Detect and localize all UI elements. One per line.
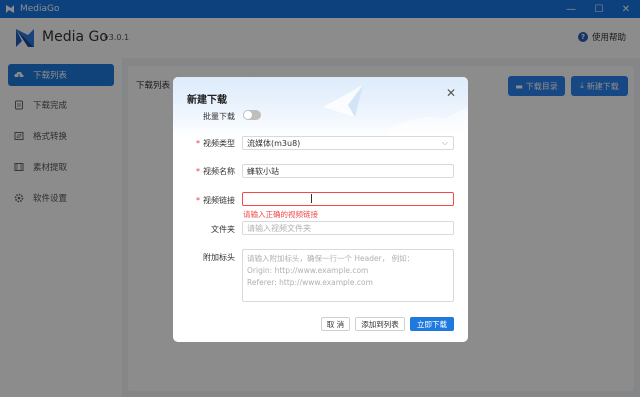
text-cursor	[311, 194, 312, 203]
headers-placeholder-line: Referer: http://www.example.com	[247, 278, 373, 287]
headers-textarea[interactable]: 请输入附加标头，确保一行一个 Header， 例如： Origin: http:…	[242, 249, 454, 302]
video-url-error: 请输入正确的视频链接	[243, 210, 318, 219]
new-download-dialog: 新建下载 ✕ 批量下载 * 视频类型 流媒体(m3u8) ⌵ * 视频名称 蜂软小站…	[173, 77, 468, 342]
video-name-input[interactable]: 蜂软小站	[242, 164, 454, 178]
dialog-title: 新建下载	[187, 95, 227, 106]
video-type-select[interactable]: 流媒体(m3u8) ⌵	[242, 136, 454, 150]
download-now-button[interactable]: 立即下载	[410, 317, 454, 331]
batch-download-label: 批量下载	[203, 112, 235, 121]
video-url-label-text: 视频链接	[203, 196, 235, 205]
headers-placeholder-line: 请输入附加标头，确保一行一个 Header， 例如：	[247, 254, 415, 263]
headers-label: 附加标头	[203, 253, 235, 262]
video-name-value: 蜂软小站	[247, 166, 279, 176]
close-icon[interactable]: ✕	[445, 86, 457, 100]
folder-input[interactable]: 请输入视频文件夹	[242, 221, 454, 235]
video-type-label: * 视频类型	[173, 138, 235, 149]
chevron-down-icon: ⌵	[441, 138, 448, 147]
cancel-button[interactable]: 取 消	[321, 317, 350, 331]
video-url-input[interactable]	[242, 192, 454, 206]
dialog-banner	[173, 77, 468, 137]
folder-placeholder: 请输入视频文件夹	[247, 223, 311, 233]
batch-download-toggle[interactable]	[243, 110, 261, 120]
headers-placeholder-line: Origin: http://www.example.com	[247, 266, 369, 275]
toggle-knob	[244, 111, 252, 119]
video-name-label: * 视频名称	[173, 166, 235, 177]
video-name-label-text: 视频名称	[203, 167, 235, 176]
add-to-list-button[interactable]: 添加到列表	[355, 317, 405, 331]
folder-label: 文件夹	[211, 225, 235, 234]
required-mark: *	[196, 167, 200, 176]
required-mark: *	[196, 139, 200, 148]
video-type-label-text: 视频类型	[203, 139, 235, 148]
required-mark: *	[196, 196, 200, 205]
video-url-label: * 视频链接	[173, 195, 235, 206]
video-type-value: 流媒体(m3u8)	[247, 138, 301, 148]
